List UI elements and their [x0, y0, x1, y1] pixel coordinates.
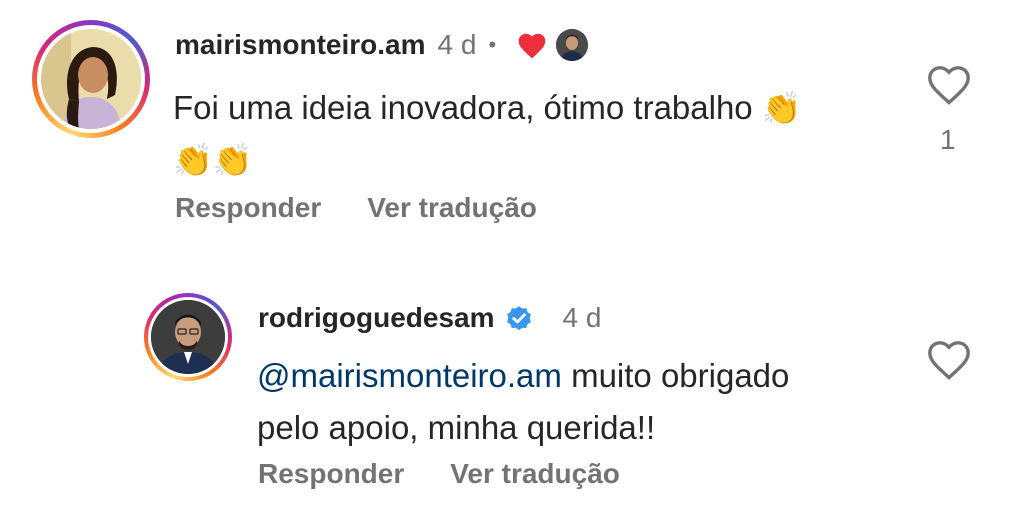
like-count: 1 [940, 124, 956, 155]
creator-liked-indicator [516, 29, 589, 61]
avatar-story-ring[interactable] [144, 293, 232, 381]
avatar-story-ring[interactable] [32, 20, 150, 138]
separator-dot: • [488, 32, 497, 57]
reply-text: @mairismonteiro.am muito obrigado pelo a… [257, 357, 790, 446]
comment-username[interactable]: mairismonteiro.am [175, 29, 426, 61]
see-translation-button[interactable]: Ver tradução [450, 458, 620, 490]
comment-timestamp: 4 d [437, 29, 477, 60]
like-button[interactable] [925, 337, 973, 385]
verified-badge-icon [507, 306, 532, 331]
avatar-rodrigoguedesam [151, 300, 225, 374]
reply-button[interactable]: Responder [175, 192, 321, 224]
heart-outline-icon [928, 341, 970, 380]
reply-username[interactable]: rodrigoguedesam [258, 302, 494, 334]
avatar-mairismonteiro [41, 29, 141, 129]
like-button[interactable] [925, 62, 973, 110]
creator-avatar-mini [556, 29, 589, 61]
comment-text: Foi uma ideia inovadora, ótimo trabalho … [173, 89, 802, 178]
reply-timestamp: 4 d [562, 302, 602, 333]
mention-link[interactable]: @mairismonteiro.am [257, 357, 562, 394]
reply-button[interactable]: Responder [258, 458, 404, 490]
red-heart-icon [518, 33, 546, 59]
see-translation-button[interactable]: Ver tradução [367, 192, 537, 224]
clapping-hands-emoji: 👏 [761, 90, 802, 126]
clapping-hands-emoji: 👏👏 [173, 142, 253, 178]
heart-outline-icon [928, 66, 970, 105]
